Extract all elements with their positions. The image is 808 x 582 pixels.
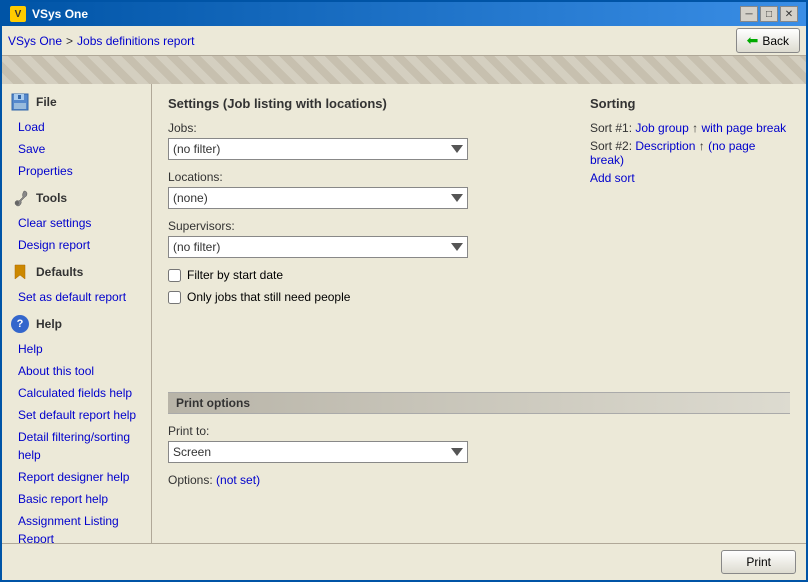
tools-section-icon [10, 188, 30, 208]
bottom-bar: Print [2, 543, 806, 580]
sidebar-item-detail-filtering-help[interactable]: Detail filtering/sorting help [2, 426, 151, 466]
sort1-arrow: ↑ [692, 121, 698, 135]
question-mark-icon: ? [11, 315, 29, 333]
title-bar-left: V VSys One [10, 6, 88, 22]
file-section-icon [10, 92, 30, 112]
supervisors-field-row: Supervisors: (no filter) [168, 219, 570, 258]
filter-start-date-row: Filter by start date [168, 268, 570, 282]
locations-label: Locations: [168, 170, 570, 184]
sidebar-section-file: File Load Save Properties [2, 88, 151, 182]
breadcrumb: VSys One > Jobs definitions report [8, 34, 194, 48]
jobs-select[interactable]: (no filter) [168, 138, 468, 160]
sidebar-item-load[interactable]: Load [2, 116, 151, 138]
sidebar-item-save[interactable]: Save [2, 138, 151, 160]
tools-section-label: Tools [36, 191, 67, 205]
main-window: V VSys One ─ □ ✕ VSys One > Jobs definit… [0, 0, 808, 582]
print-options-header: Print options [168, 392, 790, 414]
supervisors-select[interactable]: (no filter) [168, 236, 468, 258]
sidebar-item-help[interactable]: Help [2, 338, 151, 360]
sidebar-item-set-default-report-help[interactable]: Set default report help [2, 404, 151, 426]
add-sort-link[interactable]: Add sort [590, 171, 635, 185]
sidebar-item-properties[interactable]: Properties [2, 160, 151, 182]
sidebar-item-assignment-listing-report[interactable]: Assignment Listing Report [2, 510, 151, 543]
sidebar-header-tools: Tools [2, 184, 151, 212]
window-title: VSys One [32, 7, 88, 21]
content-area: Settings (Job listing with locations) Jo… [152, 84, 806, 543]
settings-panel: Settings (Job listing with locations) Jo… [168, 96, 570, 312]
options-row: Options: (not set) [168, 473, 790, 487]
only-jobs-needing-people-checkbox[interactable] [168, 291, 181, 304]
main-layout: File Load Save Properties Tools [2, 84, 806, 543]
bookmark-icon [11, 263, 29, 281]
print-to-select[interactable]: ScreenPrinterPDFExcel [168, 441, 468, 463]
locations-field-row: Locations: (none) [168, 170, 570, 209]
settings-title: Settings (Job listing with locations) [168, 96, 570, 111]
breadcrumb-home[interactable]: VSys One [8, 34, 62, 48]
sort2-field-link[interactable]: Description [635, 139, 695, 153]
close-button[interactable]: ✕ [780, 6, 798, 22]
sort2-label: Sort #2: [590, 139, 632, 153]
defaults-section-icon [10, 262, 30, 282]
nav-bar: VSys One > Jobs definitions report ⬅ Bac… [2, 26, 806, 56]
back-icon: ⬅ [747, 32, 759, 49]
sidebar-header-defaults: Defaults [2, 258, 151, 286]
sort2-row: Sort #2: Description ↑ (no page break) [590, 139, 790, 167]
back-label: Back [762, 34, 789, 48]
app-icon: V [10, 6, 26, 22]
sidebar-item-calculated-fields-help[interactable]: Calculated fields help [2, 382, 151, 404]
maximize-button[interactable]: □ [760, 6, 778, 22]
minimize-button[interactable]: ─ [740, 6, 758, 22]
help-section-label: Help [36, 317, 62, 331]
sort1-row: Sort #1: Job group ↑ with page break [590, 121, 790, 135]
defaults-section-label: Defaults [36, 265, 83, 279]
filter-start-date-label: Filter by start date [187, 268, 283, 282]
print-to-row: Print to: ScreenPrinterPDFExcel [168, 424, 790, 463]
sidebar-header-file: File [2, 88, 151, 116]
jobs-label: Jobs: [168, 121, 570, 135]
sort2-arrow: ↑ [699, 139, 705, 153]
breadcrumb-current: Jobs definitions report [77, 34, 194, 48]
print-button[interactable]: Print [721, 550, 796, 574]
sidebar-item-clear-settings[interactable]: Clear settings [2, 212, 151, 234]
options-value-link[interactable]: (not set) [216, 473, 260, 487]
options-label: Options: [168, 473, 213, 487]
help-section-icon: ? [10, 314, 30, 334]
supervisors-label: Supervisors: [168, 219, 570, 233]
sort1-field-link[interactable]: Job group [635, 121, 688, 135]
sidebar-item-set-default-report[interactable]: Set as default report [2, 286, 151, 308]
sidebar-item-design-report[interactable]: Design report [2, 234, 151, 256]
sidebar-section-help: ? Help Help About this tool Calculated f… [2, 310, 151, 543]
back-button[interactable]: ⬅ Back [736, 28, 800, 53]
floppy-icon [11, 93, 29, 111]
title-bar: V VSys One ─ □ ✕ [2, 2, 806, 26]
print-options-container: Print options Print to: ScreenPrinterPDF… [168, 392, 790, 487]
add-sort-row: Add sort [590, 171, 790, 185]
print-to-label: Print to: [168, 424, 790, 438]
decorative-strip [2, 56, 806, 84]
sort1-option-link[interactable]: with page break [701, 121, 786, 135]
sidebar-header-help: ? Help [2, 310, 151, 338]
sorting-title: Sorting [590, 96, 790, 111]
wrench-icon [11, 189, 29, 207]
only-jobs-needing-people-label: Only jobs that still need people [187, 290, 350, 304]
sort1-label: Sort #1: [590, 121, 632, 135]
sidebar-item-about-this-tool[interactable]: About this tool [2, 360, 151, 382]
sidebar: File Load Save Properties Tools [2, 84, 152, 543]
breadcrumb-separator: > [66, 34, 73, 48]
title-buttons: ─ □ ✕ [740, 6, 798, 22]
file-section-label: File [36, 95, 57, 109]
sidebar-item-basic-report-help[interactable]: Basic report help [2, 488, 151, 510]
only-jobs-needing-people-row: Only jobs that still need people [168, 290, 570, 304]
sorting-panel: Sorting Sort #1: Job group ↑ with page b… [590, 96, 790, 312]
sidebar-section-defaults: Defaults Set as default report [2, 258, 151, 308]
sidebar-item-report-designer-help[interactable]: Report designer help [2, 466, 151, 488]
content-columns: Settings (Job listing with locations) Jo… [168, 96, 790, 312]
sidebar-section-tools: Tools Clear settings Design report [2, 184, 151, 256]
filter-start-date-checkbox[interactable] [168, 269, 181, 282]
locations-select[interactable]: (none) [168, 187, 468, 209]
jobs-field-row: Jobs: (no filter) [168, 121, 570, 160]
